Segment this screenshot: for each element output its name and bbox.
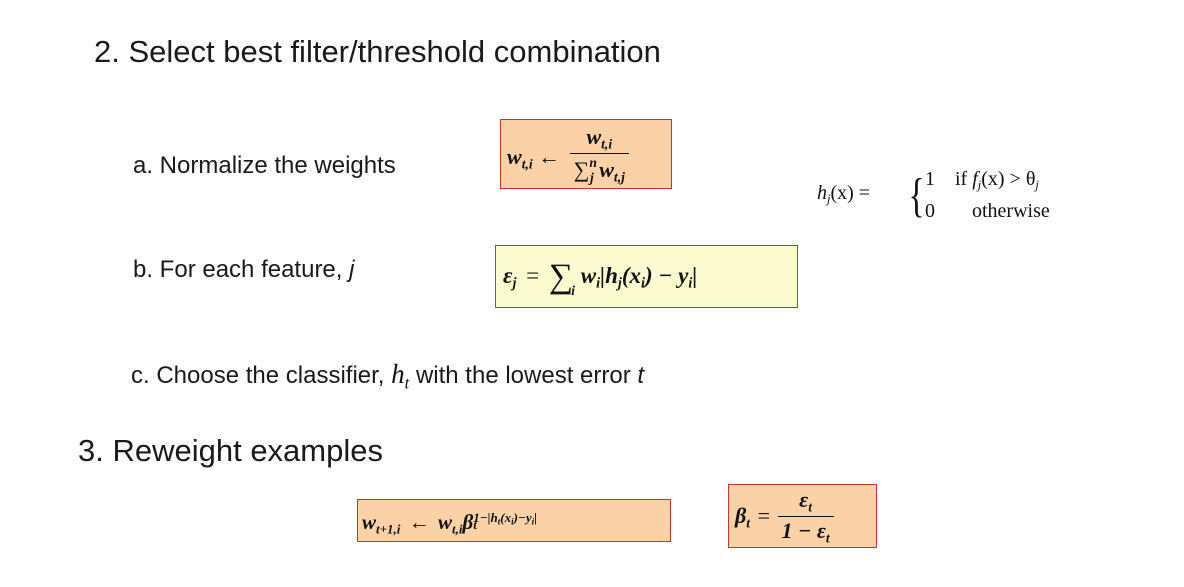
reweight-formula: wt+1,i ← wt,iβ t 1−|ht(xi)−yi| xyxy=(362,510,538,537)
hypothesis-formula: hj(x) = { 1 if fj(x) > θj 0 otherwise xyxy=(817,168,1050,222)
beta-formula-box: βt = εt 1 − εt xyxy=(728,484,877,548)
step-c-label: c. Choose the classifier, ht with the lo… xyxy=(131,359,645,393)
error-formula-box: εj = ∑i wi|hj(xi) − yi| xyxy=(495,245,798,308)
error-formula: εj = ∑i wi|hj(xi) − yi| xyxy=(503,258,698,299)
beta-formula: βt = εt 1 − εt xyxy=(735,487,834,547)
step3-heading: 3. Reweight examples xyxy=(78,433,383,468)
normalize-formula-box: wt,i ← wt,i ∑nj wt,j xyxy=(500,119,672,189)
step-a-label: a. Normalize the weights xyxy=(133,152,396,179)
step-b-label: b. For each feature, j xyxy=(133,256,355,283)
reweight-formula-box: wt+1,i ← wt,iβ t 1−|ht(xi)−yi| xyxy=(357,499,671,542)
normalize-formula: wt,i ← wt,i ∑nj wt,j xyxy=(507,124,629,186)
step2-heading: 2. Select best filter/threshold combinat… xyxy=(94,34,661,69)
